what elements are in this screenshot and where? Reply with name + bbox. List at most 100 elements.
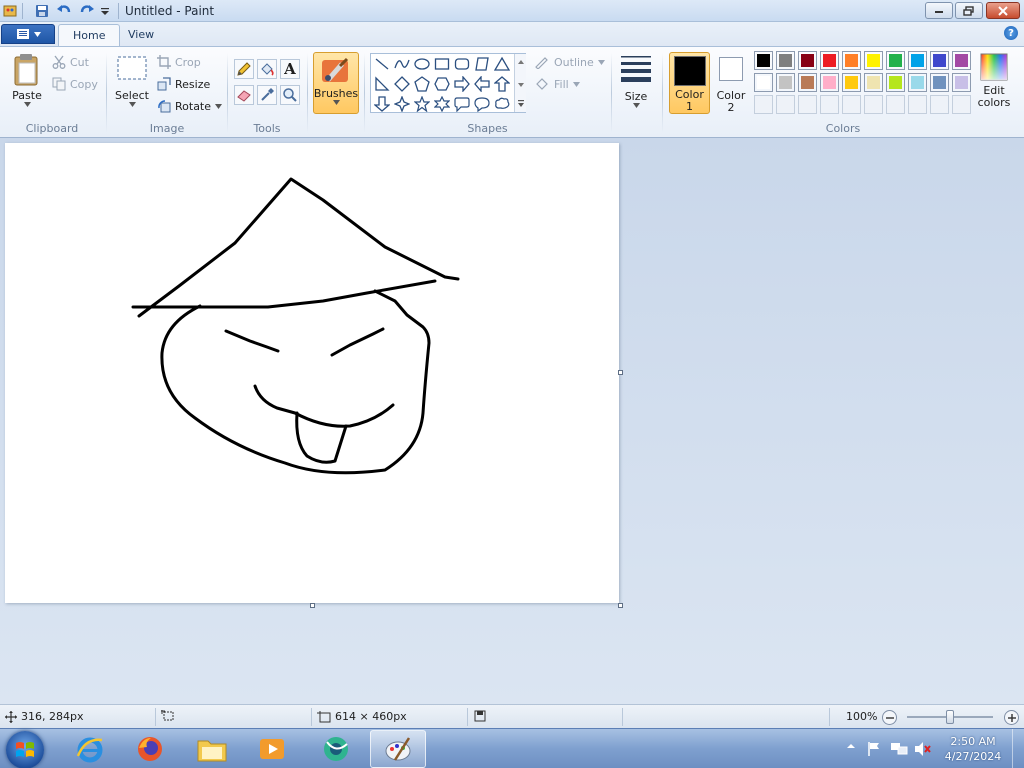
- edit-colors-button[interactable]: Edit colors: [975, 53, 1013, 109]
- color-swatch[interactable]: [754, 51, 773, 70]
- select-button[interactable]: Select: [113, 55, 151, 107]
- volume-muted-icon[interactable]: [914, 741, 932, 757]
- size-button[interactable]: Size: [617, 53, 655, 108]
- close-button[interactable]: [986, 2, 1020, 19]
- color1-button[interactable]: Color 1: [669, 52, 710, 114]
- six-point-star-shape[interactable]: [432, 94, 452, 114]
- taskbar-file-explorer[interactable]: [184, 730, 240, 768]
- show-hidden-icons-icon[interactable]: [846, 741, 856, 751]
- redo-icon[interactable]: [78, 3, 96, 19]
- color-swatch[interactable]: [842, 51, 861, 70]
- fill-tool[interactable]: [257, 59, 277, 79]
- brushes-button[interactable]: Brushes: [313, 52, 359, 114]
- polygon-shape[interactable]: [472, 54, 492, 74]
- custom-color-slot[interactable]: [820, 95, 839, 114]
- hexagon-shape[interactable]: [432, 74, 452, 94]
- right-triangle-shape[interactable]: [372, 74, 392, 94]
- zoom-in-button[interactable]: [1004, 710, 1019, 725]
- custom-color-slot[interactable]: [798, 95, 817, 114]
- taskbar-media-player[interactable]: [244, 730, 300, 768]
- zoom-slider-thumb[interactable]: [946, 710, 954, 724]
- help-button[interactable]: ?: [1004, 26, 1018, 40]
- color2-button[interactable]: Color 2: [713, 55, 749, 114]
- five-point-star-shape[interactable]: [412, 94, 432, 114]
- rounded-rectangle-shape[interactable]: [452, 54, 472, 74]
- zoom-out-button[interactable]: [882, 710, 897, 725]
- custom-color-slot[interactable]: [864, 95, 883, 114]
- curve-shape[interactable]: [392, 54, 412, 74]
- drawing-canvas[interactable]: [5, 143, 619, 603]
- triangle-shape[interactable]: [492, 54, 512, 74]
- diamond-shape[interactable]: [392, 74, 412, 94]
- tab-home[interactable]: Home: [58, 24, 121, 46]
- color-swatch[interactable]: [864, 51, 883, 70]
- cloud-callout-shape[interactable]: [492, 94, 512, 114]
- custom-color-slot[interactable]: [952, 95, 971, 114]
- color-swatch[interactable]: [820, 73, 839, 92]
- custom-color-slot[interactable]: [842, 95, 861, 114]
- color-swatch[interactable]: [930, 73, 949, 92]
- line-shape[interactable]: [372, 54, 392, 74]
- paint-app-icon[interactable]: [2, 3, 18, 19]
- color-swatch[interactable]: [908, 73, 927, 92]
- paint-menu-button[interactable]: [1, 24, 55, 44]
- taskbar-paint[interactable]: [370, 730, 426, 768]
- undo-icon[interactable]: [55, 3, 73, 19]
- color-swatch[interactable]: [952, 51, 971, 70]
- network-icon[interactable]: [890, 741, 908, 757]
- pencil-tool[interactable]: [234, 59, 254, 79]
- save-icon[interactable]: [34, 3, 50, 19]
- customize-toolbar-icon[interactable]: [99, 3, 111, 19]
- tab-view[interactable]: View: [114, 24, 168, 46]
- four-point-star-shape[interactable]: [392, 94, 412, 114]
- color-swatch[interactable]: [864, 73, 883, 92]
- color-swatch[interactable]: [754, 73, 773, 92]
- color-swatch[interactable]: [776, 51, 795, 70]
- color-swatch[interactable]: [886, 73, 905, 92]
- color-swatch[interactable]: [776, 73, 795, 92]
- rectangle-shape[interactable]: [432, 54, 452, 74]
- color-swatch[interactable]: [908, 51, 927, 70]
- oval-callout-shape[interactable]: [472, 94, 492, 114]
- cut-button[interactable]: Cut: [52, 55, 89, 69]
- color-swatch[interactable]: [886, 51, 905, 70]
- text-tool[interactable]: A: [280, 59, 300, 79]
- rounded-callout-shape[interactable]: [452, 94, 472, 114]
- eraser-tool[interactable]: [234, 85, 254, 105]
- system-clock[interactable]: 2:50 AM 4/27/2024: [940, 734, 1006, 764]
- custom-color-slot[interactable]: [908, 95, 927, 114]
- color-picker-tool[interactable]: [257, 85, 277, 105]
- down-arrow-shape[interactable]: [372, 94, 392, 114]
- oval-shape[interactable]: [412, 54, 432, 74]
- copy-button[interactable]: Copy: [52, 77, 98, 91]
- paste-button[interactable]: Paste: [8, 53, 46, 107]
- minimize-button[interactable]: [925, 2, 953, 19]
- color-swatch[interactable]: [930, 51, 949, 70]
- show-desktop-button[interactable]: [1012, 729, 1024, 768]
- action-center-flag-icon[interactable]: [866, 741, 882, 757]
- magnifier-tool[interactable]: [280, 85, 300, 105]
- custom-color-slot[interactable]: [930, 95, 949, 114]
- custom-color-slot[interactable]: [886, 95, 905, 114]
- fill-button[interactable]: Fill: [534, 77, 580, 91]
- taskbar-internet-explorer[interactable]: [62, 730, 118, 768]
- canvas-workspace[interactable]: [0, 138, 1024, 704]
- left-arrow-shape[interactable]: [472, 74, 492, 94]
- custom-color-slot[interactable]: [776, 95, 795, 114]
- resize-button[interactable]: Resize: [157, 77, 210, 91]
- resize-handle-right[interactable]: [618, 370, 623, 375]
- custom-color-slot[interactable]: [754, 95, 773, 114]
- resize-handle-bottom[interactable]: [310, 603, 315, 608]
- up-arrow-shape[interactable]: [492, 74, 512, 94]
- taskbar-app[interactable]: [308, 730, 364, 768]
- color-swatch[interactable]: [820, 51, 839, 70]
- color-swatch[interactable]: [798, 73, 817, 92]
- taskbar-firefox[interactable]: [122, 730, 178, 768]
- start-button[interactable]: [6, 731, 44, 768]
- color-swatch[interactable]: [842, 73, 861, 92]
- resize-handle-corner[interactable]: [618, 603, 623, 608]
- outline-button[interactable]: Outline: [534, 55, 605, 69]
- rotate-button[interactable]: Rotate: [157, 99, 223, 113]
- shapes-scrollbar[interactable]: [514, 54, 526, 112]
- color-swatch[interactable]: [952, 73, 971, 92]
